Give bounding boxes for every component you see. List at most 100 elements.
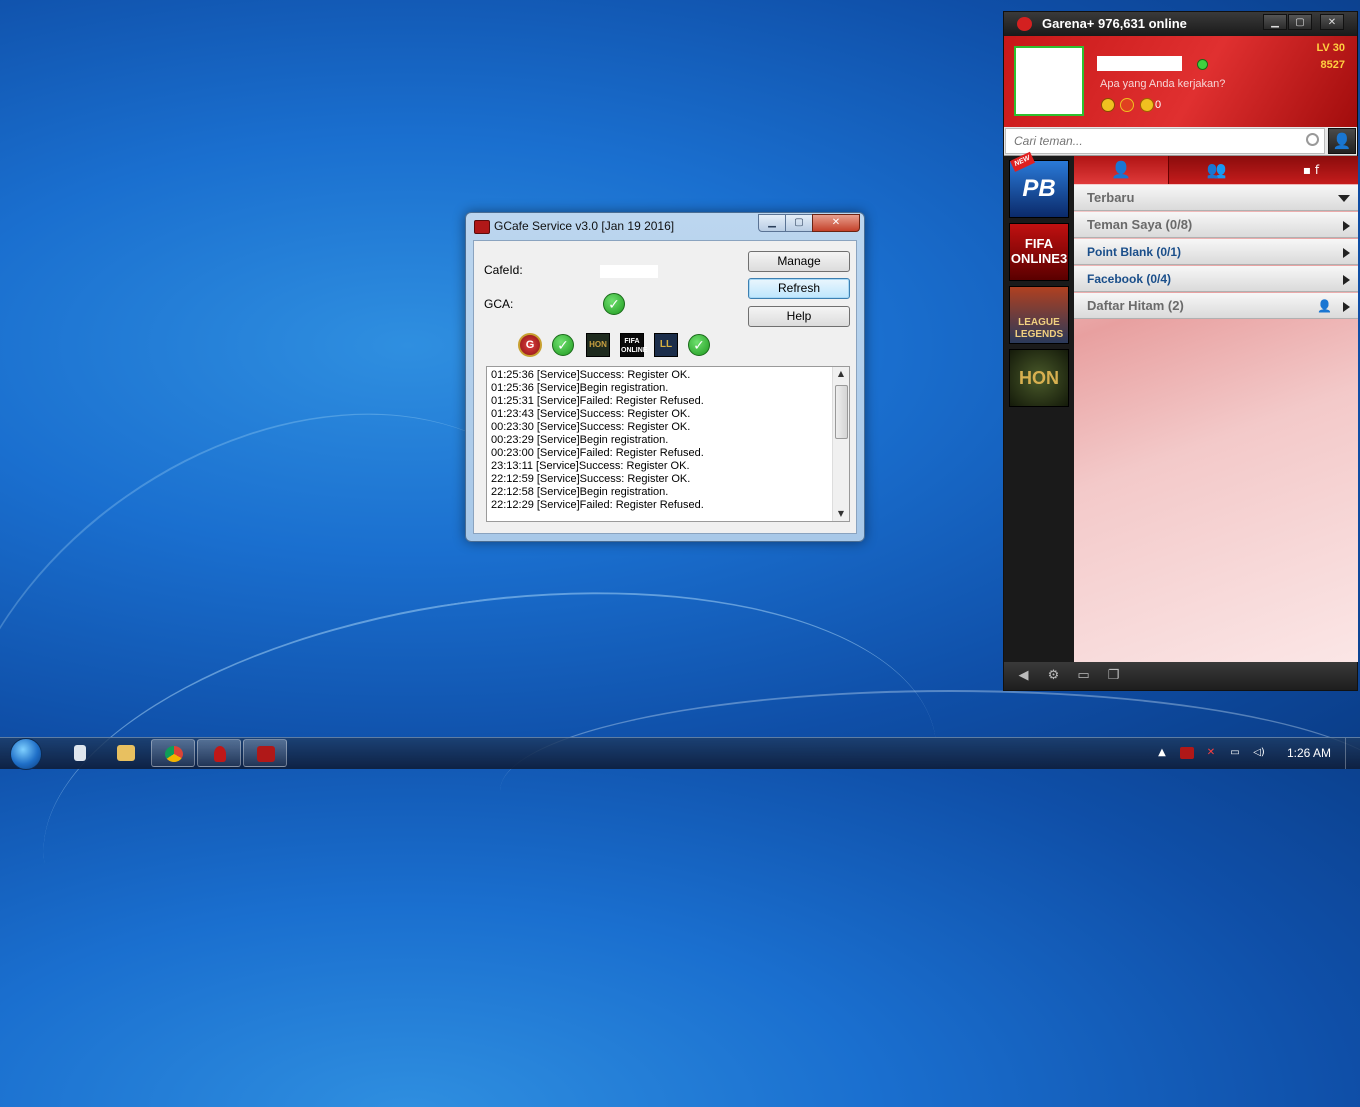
group-label: Facebook (0/4) — [1087, 272, 1172, 286]
tray-expand-icon[interactable]: ▲ — [1155, 747, 1169, 759]
gcafe-icon — [257, 746, 275, 762]
taskbar-explorer[interactable] — [104, 739, 148, 767]
status-check-icon: ✓ — [552, 334, 574, 356]
garena-maximize-button[interactable]: ▢ — [1288, 14, 1312, 30]
point-blank-game-tile[interactable]: PB NEW — [1009, 151, 1069, 218]
garena-minimize-button[interactable]: ▁ — [1263, 14, 1287, 30]
lol-game-icon: LL — [654, 333, 678, 357]
scroll-thumb[interactable] — [835, 385, 848, 439]
tab-groups[interactable]: 👥 — [1169, 156, 1264, 184]
taskbar-calculator[interactable] — [58, 739, 102, 767]
friend-search-input[interactable] — [1005, 128, 1325, 154]
taskbar-chrome[interactable] — [151, 739, 195, 767]
taskbar-gcafe[interactable] — [243, 739, 287, 767]
minimize-button[interactable]: ▁ — [758, 214, 786, 232]
group-facebook[interactable]: Facebook (0/4) — [1074, 266, 1358, 292]
refresh-button[interactable]: Refresh — [748, 278, 850, 299]
maximize-button[interactable]: ▢ — [785, 214, 813, 232]
fifa-game-icon: FIFA ONLINE — [620, 333, 647, 357]
profile-panel: Apa yang Anda kerjakan? 0 LV 30 8527 — [1004, 36, 1357, 127]
gear-icon[interactable]: ⚙ — [1046, 668, 1061, 683]
friend-search-bar: 👤 — [1004, 127, 1357, 156]
log-line: 00:23:29 [Service]Begin registration. — [491, 434, 669, 446]
log-line: 01:23:43 [Service]Success: Register OK. — [491, 408, 691, 420]
garena-icon — [214, 746, 226, 762]
friends-tabs: 👤 👥 ▪ f — [1074, 156, 1358, 184]
group-blacklist[interactable]: Daftar Hitam (2) 👤 — [1074, 293, 1358, 319]
chevron-right-icon — [1343, 248, 1350, 258]
garena-titlebar[interactable]: Garena+ 976,631 online ▁ ▢ ✕ — [1004, 12, 1357, 36]
blocked-user-icon: 👤 — [1317, 299, 1332, 313]
group-point-blank[interactable]: Point Blank (0/1) — [1074, 239, 1358, 265]
status-message[interactable]: Apa yang Anda kerjakan? — [1100, 78, 1225, 90]
gca-label: GCA: — [484, 297, 514, 311]
gcafe-window: GCafe Service v3.0 [Jan 19 2016] ▁ ▢ ✕ C… — [465, 212, 865, 542]
wallpaper-curve — [500, 690, 1360, 892]
cafeid-value — [600, 265, 658, 278]
show-desktop-button[interactable] — [1345, 738, 1360, 769]
windows-icon[interactable]: ❐ — [1106, 668, 1121, 683]
group-label: Point Blank (0/1) — [1087, 245, 1182, 259]
status-check-icon: ✓ — [688, 334, 710, 356]
fifa-online-game-tile[interactable]: FIFA ONLINE3 — [1009, 223, 1069, 281]
taskbar: ▲ ✕ ▭ ◁) 1:26 AM — [0, 737, 1360, 770]
garena-window: Garena+ 976,631 online ▁ ▢ ✕ Apa yang An… — [1003, 11, 1358, 691]
volume-icon[interactable]: ◁) — [1252, 747, 1266, 759]
gca-badge-icon — [1120, 98, 1134, 112]
group-label: Daftar Hitam (2) — [1087, 298, 1184, 313]
log-line: 00:23:30 [Service]Success: Register OK. — [491, 421, 691, 433]
chrome-icon — [165, 746, 183, 762]
log-lines: 01:25:36 [Service]Success: Register OK. 0… — [491, 369, 704, 512]
garena-logo-icon — [1017, 17, 1032, 31]
log-line: 01:25:36 [Service]Begin registration. — [491, 382, 669, 394]
chat-icon[interactable]: ▭ — [1076, 668, 1091, 683]
avatar[interactable] — [1014, 46, 1084, 116]
log-scrollbar[interactable]: ▲ ▼ — [832, 367, 849, 521]
garena-close-button[interactable]: ✕ — [1320, 14, 1344, 30]
username — [1097, 56, 1182, 71]
back-icon[interactable]: ◀ — [1016, 668, 1031, 683]
calculator-icon — [74, 745, 86, 761]
gcafe-titlebar[interactable]: GCafe Service v3.0 [Jan 19 2016] ▁ ▢ ✕ — [466, 213, 864, 239]
tab-friends[interactable]: 👤 — [1074, 156, 1169, 184]
scroll-up-icon[interactable]: ▲ — [833, 367, 849, 381]
group-label: Terbaru — [1087, 190, 1135, 205]
close-button[interactable]: ✕ — [812, 214, 860, 232]
tray-network-error-icon[interactable]: ✕ — [1204, 747, 1218, 759]
manage-button[interactable]: Manage — [748, 251, 850, 272]
scroll-down-icon[interactable]: ▼ — [833, 507, 849, 521]
game-shortcuts: PB NEW FIFA ONLINE3 LEAGUE LEGENDS HON — [1004, 151, 1074, 662]
rank-badge-icon — [1101, 98, 1115, 112]
friends-panel: 👤 👥 ▪ f Terbaru Teman Saya (0/8) Point B… — [1074, 156, 1358, 662]
help-button[interactable]: Help — [748, 306, 850, 327]
add-friend-button[interactable]: 👤 — [1328, 128, 1356, 154]
search-icon[interactable] — [1306, 133, 1319, 146]
log-line: 22:12:58 [Service]Begin registration. — [491, 486, 669, 498]
taskbar-garena[interactable] — [197, 739, 241, 767]
tray-gcafe-icon[interactable] — [1180, 747, 1194, 759]
log-line: 22:12:59 [Service]Success: Register OK. — [491, 473, 691, 485]
hon-game-tile[interactable]: HON — [1009, 349, 1069, 407]
tray-display-icon[interactable]: ▭ — [1228, 747, 1242, 759]
group-recent[interactable]: Terbaru — [1074, 185, 1358, 211]
service-log[interactable]: 01:25:36 [Service]Success: Register OK. 0… — [486, 366, 850, 522]
online-status-icon[interactable] — [1197, 59, 1208, 70]
chevron-right-icon — [1343, 221, 1350, 231]
log-line: 01:25:31 [Service]Failed: Register Refus… — [491, 395, 704, 407]
tab-social[interactable]: ▪ f — [1264, 156, 1358, 184]
coin-count: 0 — [1155, 99, 1162, 111]
taskbar-clock[interactable]: 1:26 AM — [1287, 746, 1331, 760]
chevron-down-icon — [1338, 195, 1350, 202]
folder-icon — [117, 745, 135, 761]
log-line: 22:12:29 [Service]Failed: Register Refus… — [491, 499, 704, 511]
points-indicator: 8527 — [1320, 59, 1345, 71]
league-of-legends-game-tile[interactable]: LEAGUE LEGENDS — [1009, 286, 1069, 344]
gcafe-title: GCafe Service v3.0 [Jan 19 2016] — [494, 219, 675, 233]
log-line: 23:13:11 [Service]Success: Register OK. — [491, 460, 690, 472]
gcafe-app-icon — [474, 220, 490, 234]
start-button[interactable] — [10, 738, 42, 770]
chevron-right-icon — [1343, 302, 1350, 312]
group-my-friends[interactable]: Teman Saya (0/8) — [1074, 212, 1358, 238]
gca-check-icon: ✓ — [603, 293, 625, 315]
log-line: 00:23:00 [Service]Failed: Register Refus… — [491, 447, 704, 459]
